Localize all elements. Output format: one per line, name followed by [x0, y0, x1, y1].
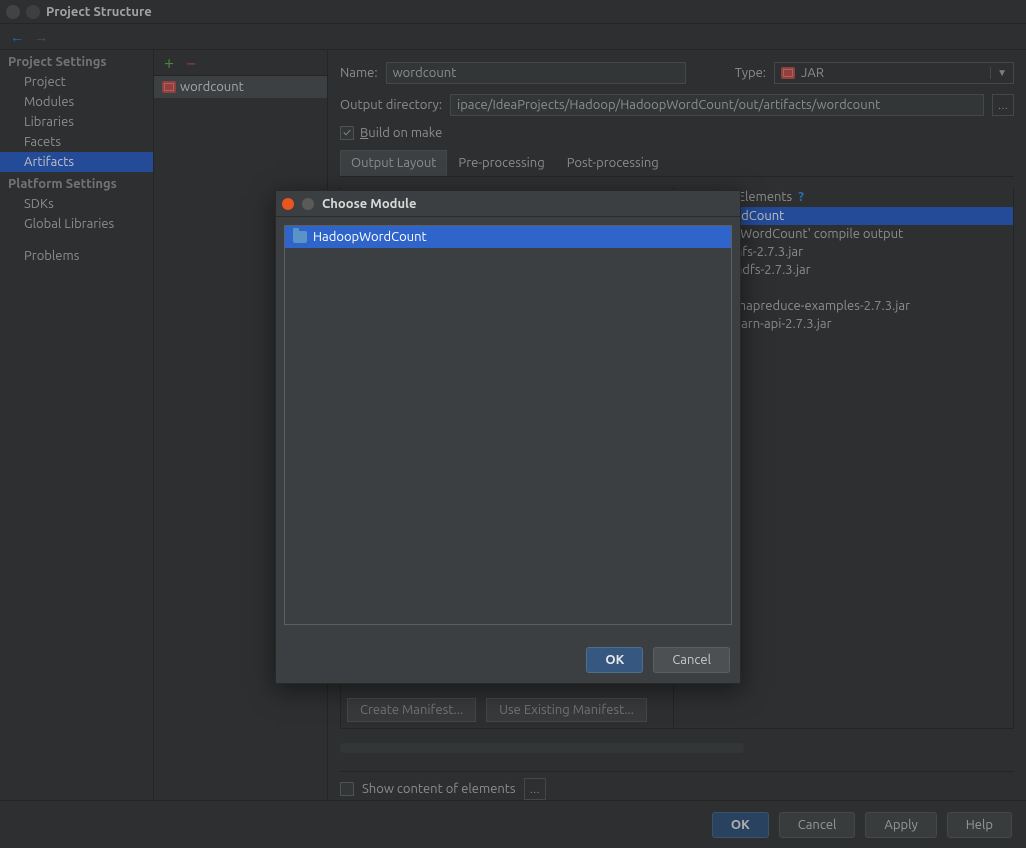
module-list-item-label: HadoopWordCount	[313, 230, 427, 244]
module-list-item[interactable]: HadoopWordCount	[285, 226, 731, 248]
modal-cancel-button[interactable]: Cancel	[653, 647, 730, 673]
modal-minimize-icon[interactable]	[302, 198, 314, 210]
modal-close-icon[interactable]	[282, 198, 294, 210]
choose-module-dialog: Choose Module HadoopWordCount OK Cancel	[275, 190, 741, 684]
module-list: HadoopWordCount	[284, 225, 732, 625]
modal-body: HadoopWordCount	[276, 217, 740, 637]
modal-titlebar: Choose Module	[276, 191, 740, 217]
modal-title: Choose Module	[322, 197, 416, 211]
modal-ok-button[interactable]: OK	[586, 647, 643, 673]
modal-footer: OK Cancel	[276, 637, 740, 683]
module-icon	[293, 231, 307, 243]
